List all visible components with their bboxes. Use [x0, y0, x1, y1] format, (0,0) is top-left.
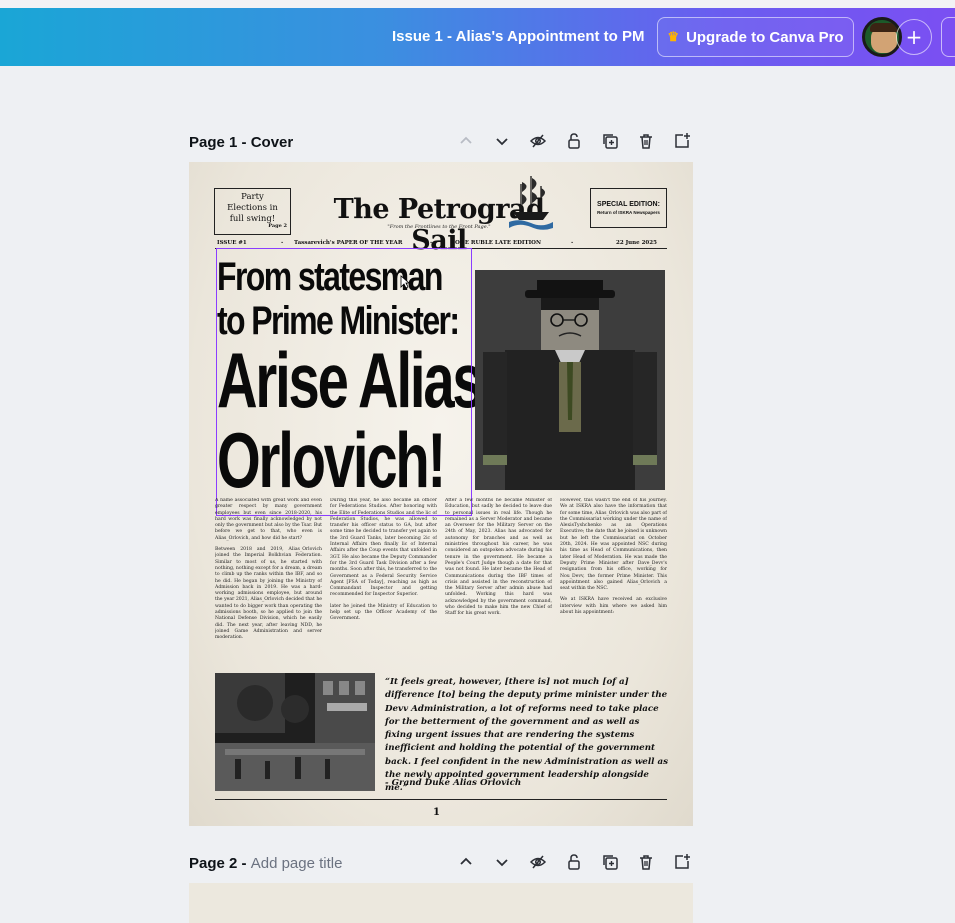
col2-paragraph-2: later he joined the Ministry of Educatio…: [330, 603, 437, 622]
chevron-up-icon: [460, 136, 472, 144]
duplicate-page-button[interactable]: [599, 130, 621, 152]
article-column-3: After a few months he became Minister of…: [445, 498, 552, 668]
side-box-left-line-2: Elections in: [227, 203, 278, 213]
lock-page-button[interactable]: [563, 851, 585, 873]
hide-page-button[interactable]: [527, 130, 549, 152]
mouse-cursor-icon: [400, 275, 410, 289]
page-1-separator: -: [237, 134, 251, 151]
move-down-button[interactable]: [491, 851, 513, 873]
add-collaborator-button[interactable]: +: [896, 19, 932, 55]
lock-page-button[interactable]: [563, 130, 585, 152]
browser-strip: [0, 0, 955, 8]
page-2-number: Page 2: [189, 855, 238, 872]
side-box-left-line-1: Party: [241, 192, 264, 202]
trash-icon: [640, 134, 652, 149]
chevron-up-icon: [460, 857, 472, 865]
page-2-header: Page 2 - Add page title: [189, 851, 693, 879]
share-button[interactable]: [941, 17, 955, 57]
side-box-right[interactable]: SPECIAL EDITION: Return of ISKRA Newspap…: [590, 188, 667, 228]
page-2-label[interactable]: Page 2 - Add page title: [189, 855, 342, 872]
eye-slash-icon: [529, 134, 547, 148]
portrait-photo[interactable]: [475, 270, 665, 490]
unlock-icon: [568, 133, 580, 149]
duplicate-page-button[interactable]: [599, 851, 621, 873]
issue-date: 22 June 2025: [616, 240, 657, 246]
article-columns: A name associated with great work and ev…: [215, 498, 667, 668]
hide-page-button[interactable]: [527, 851, 549, 873]
col2-paragraph-1: During this year, he also became an offi…: [330, 498, 437, 598]
street-scene-icon: [215, 673, 375, 791]
article-column-4: However, this wasn't the end of his jour…: [560, 498, 667, 668]
side-box-left[interactable]: Party Elections in full swing! Page 2: [214, 188, 291, 235]
add-page-icon: [675, 854, 690, 869]
street-photo[interactable]: [215, 673, 375, 791]
col4-paragraph-1: However, this wasn't the end of his jour…: [560, 498, 667, 592]
side-box-left-page-ref: Page 2: [268, 223, 287, 229]
add-page-button[interactable]: [671, 130, 693, 152]
page-1-title: Cover: [250, 134, 294, 151]
col3-paragraph-1: After a few months he became Minister of…: [445, 498, 552, 617]
page-2-title-placeholder[interactable]: Add page title: [251, 855, 343, 872]
page-1-canvas[interactable]: Party Elections in full swing! Page 2 Th…: [189, 162, 693, 826]
page-2-tools: [455, 851, 693, 873]
page-1-number: Page 1: [189, 134, 238, 151]
side-box-right-title: SPECIAL EDITION:: [597, 201, 660, 208]
article-column-1: A name associated with great work and ev…: [215, 498, 322, 668]
page-1-label[interactable]: Page 1 - Cover: [189, 134, 293, 151]
masthead-tagline: "From the Frontlines to the Front Page.": [387, 224, 491, 230]
crown-icon: ♛: [667, 29, 680, 44]
top-bar: Issue 1 - Alias's Appointment to PM ♛ Up…: [0, 0, 955, 66]
col4-paragraph-2: We at ISKRA have received an exclusive i…: [560, 597, 667, 616]
move-up-button[interactable]: [455, 851, 477, 873]
info-separator-1: -: [281, 240, 284, 246]
document-title[interactable]: Issue 1 - Alias's Appointment to PM: [392, 28, 645, 45]
move-down-button[interactable]: [491, 130, 513, 152]
paper-of-the-year: Tassarevich's PAPER OF THE YEAR: [294, 240, 403, 246]
page-2-canvas[interactable]: [189, 883, 693, 923]
add-page-icon: [675, 133, 690, 148]
col1-paragraph-1: A name associated with great work and ev…: [215, 498, 322, 541]
issue-number: ISSUE #1: [217, 240, 247, 246]
page-2-separator: -: [237, 855, 251, 872]
side-box-right-subtitle: Return of ISKRA Newspapers: [597, 210, 660, 215]
page-number: 1: [433, 807, 440, 818]
edition-label: ONE RUBLE LATE EDITION: [455, 240, 541, 246]
trash-icon: [640, 855, 652, 870]
chevron-down-icon: [496, 138, 508, 146]
article-column-2: During this year, he also became an offi…: [330, 498, 437, 668]
add-page-button[interactable]: [671, 851, 693, 873]
upgrade-button[interactable]: ♛ Upgrade to Canva Pro: [657, 17, 854, 57]
info-separator-2: -: [430, 240, 433, 246]
upgrade-label: Upgrade to Canva Pro: [686, 28, 844, 46]
delete-page-button[interactable]: [635, 851, 657, 873]
col1-paragraph-2: Between 2018 and 2019, Alias_Orlovich jo…: [215, 547, 322, 641]
delete-page-button[interactable]: [635, 130, 657, 152]
footer-rule: [215, 799, 667, 800]
duplicate-icon: [603, 134, 618, 149]
duplicate-icon: [603, 855, 618, 870]
page-1-header: Page 1 - Cover: [189, 130, 693, 158]
avatar-hair: [870, 23, 898, 32]
info-separator-3: -: [571, 240, 574, 246]
unlock-icon: [568, 854, 580, 870]
page-1-tools: [455, 130, 693, 152]
quote-attribution: - Grand Duke Alias Orlovich: [385, 778, 522, 788]
eye-slash-icon: [529, 855, 547, 869]
headline-selection-box[interactable]: [216, 248, 472, 516]
portrait-figure-icon: [475, 270, 665, 490]
move-up-button[interactable]: [455, 130, 477, 152]
chevron-down-icon: [496, 859, 508, 867]
